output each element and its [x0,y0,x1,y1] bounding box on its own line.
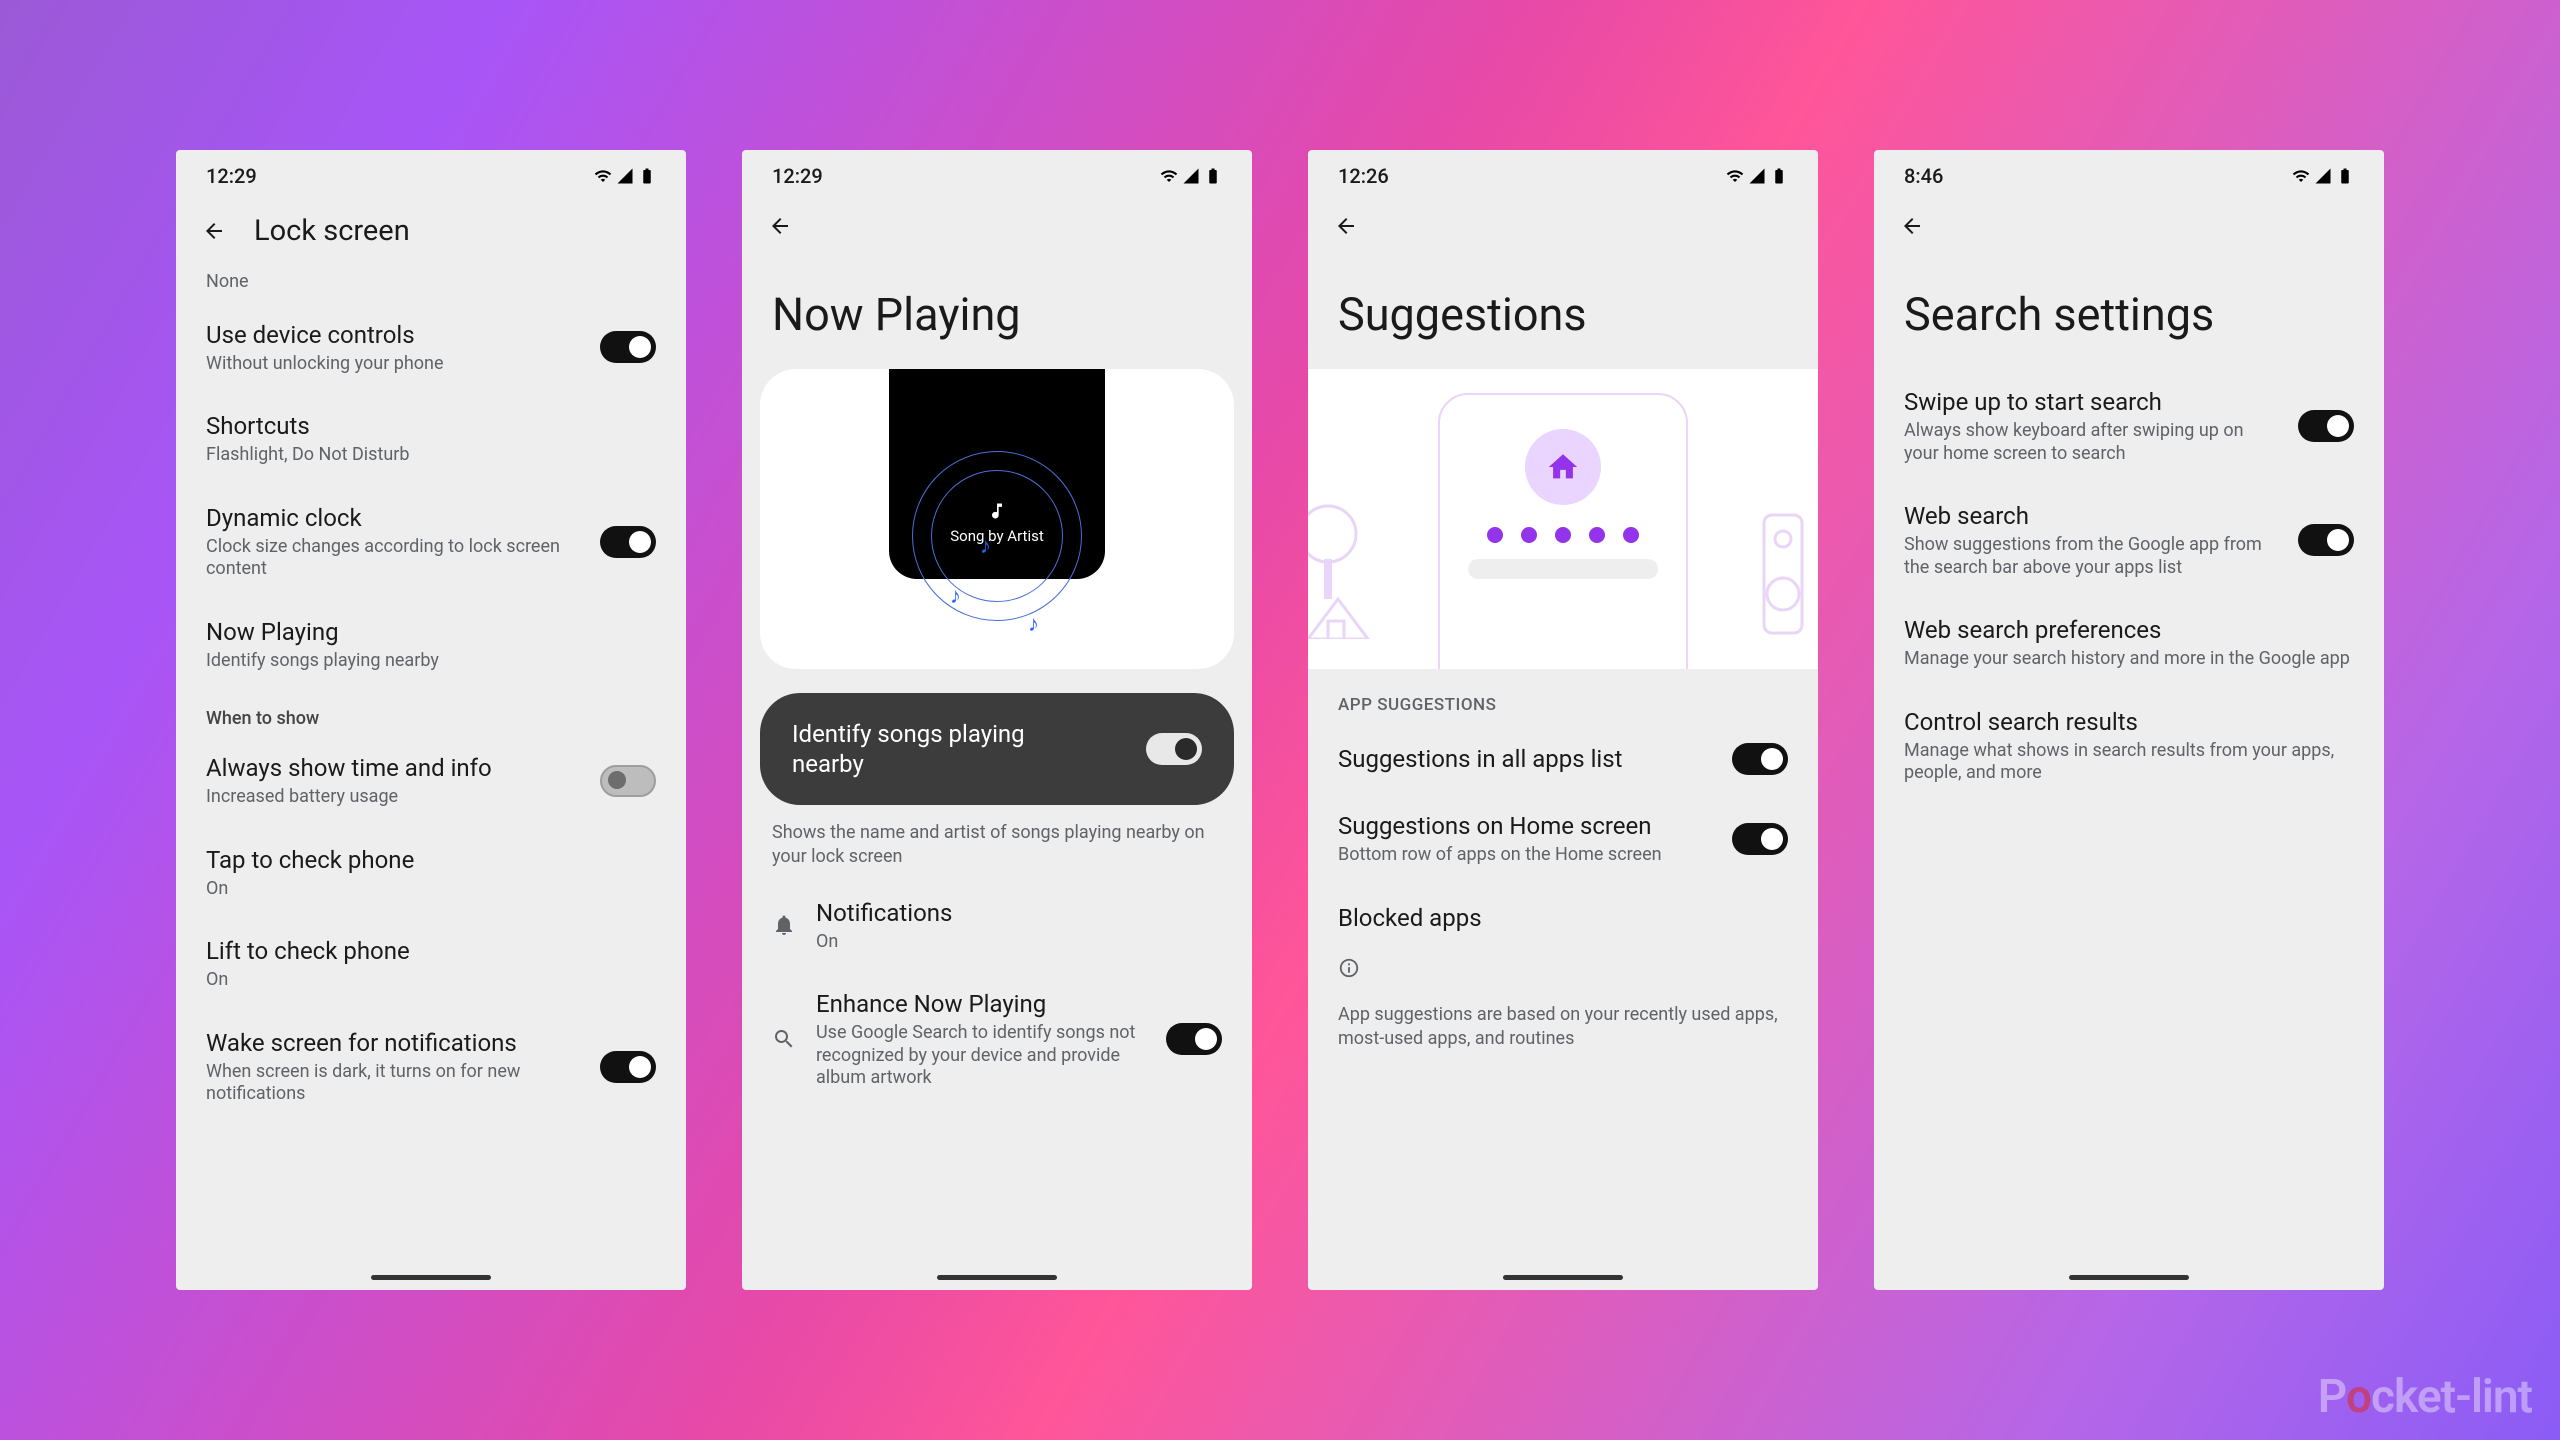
wifi-icon [594,167,612,185]
suggestions-all-apps[interactable]: Suggestions in all apps list [1308,725,1818,793]
watermark: Pocket-lint [2318,1370,2532,1424]
status-time: 8:46 [1904,164,1943,188]
swipe-up-toggle[interactable] [2298,410,2354,442]
always-show-time[interactable]: Always show time and infoIncreased batte… [176,735,686,827]
wifi-icon [1726,167,1744,185]
section-when-to-show: When to show [176,690,686,735]
illustration-phone: Song by Artist [889,369,1105,579]
suggestions-home-screen[interactable]: Suggestions on Home screenBottom row of … [1308,793,1818,885]
signal-icon [2314,167,2332,185]
web-search[interactable]: Web searchShow suggestions from the Goog… [1874,483,2384,597]
web-search-preferences[interactable]: Web search preferencesManage your search… [1874,597,2384,689]
battery-icon [1204,167,1222,185]
illustration-phone [1438,393,1688,669]
back-arrow-icon[interactable] [1334,214,1358,238]
prev-row-tail: None [176,271,686,302]
wake-screen-toggle[interactable] [600,1051,656,1083]
tree-house-icon [1308,499,1418,639]
status-bar: 12:29 [176,150,686,194]
nav-handle[interactable] [2069,1275,2189,1280]
info-text: App suggestions are based on your recent… [1308,993,1818,1062]
wake-screen-notifications[interactable]: Wake screen for notificationsWhen screen… [176,1010,686,1124]
nav-handle[interactable] [371,1275,491,1280]
status-time: 12:26 [1338,164,1389,188]
use-device-controls-toggle[interactable] [600,331,656,363]
speaker-icon [1758,509,1808,639]
notifications-row[interactable]: NotificationsOn [742,880,1252,972]
now-playing-illustration: Song by Artist ♪ ♪ ♪ [760,369,1234,669]
back-arrow-icon[interactable] [768,214,792,238]
info-icon-row [1308,951,1818,993]
status-bar: 8:46 [1874,150,2384,194]
phone-lock-screen: 12:29 Lock screen None Use device contro… [176,150,686,1290]
content: None Use device controlsWithout unlockin… [176,268,686,1290]
battery-icon [2336,167,2354,185]
battery-icon [1770,167,1788,185]
search-bar-illustration [1468,559,1658,579]
always-show-time-toggle[interactable] [600,765,656,797]
info-icon [1338,957,1360,979]
dynamic-clock-toggle[interactable] [600,526,656,558]
bell-icon [772,913,796,937]
status-time: 12:29 [772,164,823,188]
signal-icon [1748,167,1766,185]
lift-to-check[interactable]: Lift to check phoneOn [176,918,686,1010]
enhance-toggle[interactable] [1166,1023,1222,1055]
identify-helper: Shows the name and artist of songs playi… [742,821,1252,880]
swipe-up-search[interactable]: Swipe up to start searchAlways show keyb… [1874,369,2384,483]
shortcuts[interactable]: ShortcutsFlashlight, Do Not Disturb [176,393,686,485]
suggestions-all-apps-toggle[interactable] [1732,743,1788,775]
status-icons [1726,167,1788,185]
status-icons [594,167,656,185]
home-badge-icon [1525,429,1601,505]
signal-icon [616,167,634,185]
wifi-icon [2292,167,2310,185]
app-dots [1460,527,1666,543]
tap-to-check[interactable]: Tap to check phoneOn [176,827,686,919]
music-note-icon: ♪ [1028,611,1039,637]
phone-now-playing: 12:29 Now Playing Song by Artist ♪ ♪ ♪ I… [742,150,1252,1290]
back-arrow-icon[interactable] [202,219,226,243]
section-app-suggestions: APP SUGGESTIONS [1308,669,1818,725]
music-note-icon: ♪ [950,583,961,609]
suggestions-illustration [1308,369,1818,669]
battery-icon [638,167,656,185]
identify-songs-pill[interactable]: Identify songs playing nearby [760,693,1234,805]
music-note-icon: ♪ [980,533,991,559]
nav-handle[interactable] [937,1275,1057,1280]
use-device-controls[interactable]: Use device controlsWithout unlocking you… [176,302,686,394]
sound-rings [912,451,1082,621]
identify-songs-toggle[interactable] [1146,733,1202,765]
web-search-toggle[interactable] [2298,524,2354,556]
wifi-icon [1160,167,1178,185]
status-bar: 12:29 [742,150,1252,194]
app-bar [742,194,1252,258]
page-title: Suggestions [1308,258,1818,369]
enhance-now-playing-row[interactable]: Enhance Now PlayingUse Google Search to … [742,971,1252,1108]
page-title: Now Playing [742,258,1252,369]
status-time: 12:29 [206,164,257,188]
control-search-results[interactable]: Control search resultsManage what shows … [1874,689,2384,803]
app-bar: Lock screen [176,194,686,268]
suggestions-home-toggle[interactable] [1732,823,1788,855]
status-icons [2292,167,2354,185]
status-bar: 12:26 [1308,150,1818,194]
page-title: Lock screen [254,214,410,248]
nav-handle[interactable] [1503,1275,1623,1280]
page-title: Search settings [1874,258,2384,369]
app-bar [1874,194,2384,258]
signal-icon [1182,167,1200,185]
back-arrow-icon[interactable] [1900,214,1924,238]
blocked-apps[interactable]: Blocked apps [1308,885,1818,951]
phone-search-settings: 8:46 Search settings Swipe up to start s… [1874,150,2384,1290]
status-icons [1160,167,1222,185]
sparkle-search-icon [772,1027,796,1051]
dynamic-clock[interactable]: Dynamic clockClock size changes accordin… [176,485,686,599]
app-bar [1308,194,1818,258]
phone-suggestions: 12:26 Suggestions APP SUGGESTIONS Sugges… [1308,150,1818,1290]
now-playing-link[interactable]: Now PlayingIdentify songs playing nearby [176,599,686,691]
